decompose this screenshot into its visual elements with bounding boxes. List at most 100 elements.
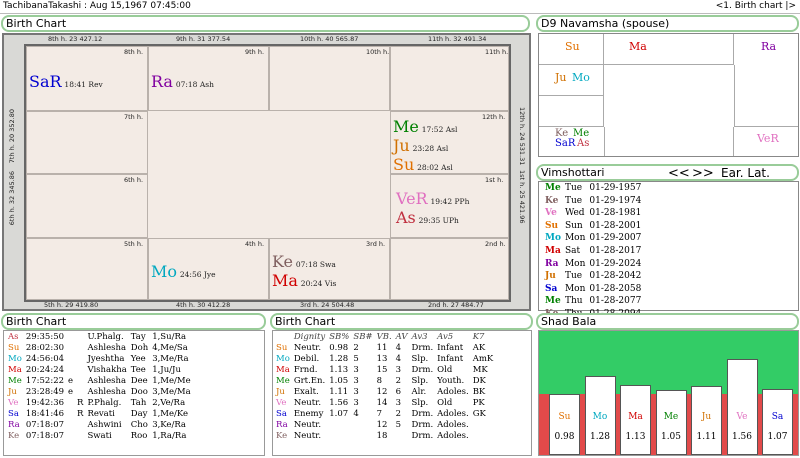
- dignity-cell: Debil.: [293, 354, 320, 364]
- d9-ju: Ju: [555, 71, 567, 84]
- shad-bala-value: 1.11: [696, 432, 717, 442]
- position-row[interactable]: Ke 07:18:07 Swati Roo 1,Ra/Ra: [6, 431, 193, 442]
- dignity-row[interactable]: Ma Frnd. 1.13 3 15 3 Drm. Old MK: [274, 365, 495, 376]
- vimshottari-row[interactable]: Su Sun 01-28-2001: [543, 220, 643, 233]
- dasha-date: 01-29-2024: [589, 258, 642, 269]
- vimshottari-row[interactable]: Mo Mon 01-29-2007: [543, 232, 643, 245]
- position-row[interactable]: Su 28:02:30 Ashlesha Doh 4,Me/Sa: [6, 343, 193, 354]
- dasha-day: Thu: [564, 296, 583, 307]
- shad-bala-bar[interactable]: Ma 1.13: [620, 385, 651, 455]
- shad-bala-bar[interactable]: Sa 1.07: [762, 389, 793, 455]
- shad-bala-bar[interactable]: Me 1.05: [655, 390, 687, 455]
- dignity-cell: 1.13: [329, 365, 349, 375]
- position-lord: 2,Ve/Ra: [152, 398, 186, 408]
- dignity-row[interactable]: Mo Debil. 1.28 5 13 4 Slp. Infant AmK: [274, 354, 495, 365]
- dignity-planet: Ke: [276, 431, 288, 441]
- position-row[interactable]: Ma 20:24:24 Vishakha Tee 1,Ju/Ju: [6, 365, 193, 376]
- dignity-row[interactable]: Ke Neutr. 18 Drm. Adoles.: [274, 431, 495, 442]
- edge-9th: 9th h. 31 377.54: [176, 35, 231, 43]
- position-row[interactable]: Sa 18:41:46 R Revati Day 1,Me/Ke: [6, 409, 193, 420]
- navamsha-header: D9 Navamsha (spouse): [536, 15, 799, 32]
- dignity-row[interactable]: Me Grt.En. 1.05 3 8 2 Slp. Youth. DK: [274, 376, 495, 387]
- planet-ketu[interactable]: Ke 07:18 Swa: [272, 252, 336, 271]
- edge-3rd: 3rd h. 24 504.48: [300, 301, 355, 309]
- dignity-row[interactable]: Su Neutr. 0.98 2 11 4 Drm. Infant AK: [274, 343, 495, 354]
- ear-lat-button[interactable]: Ear. Lat.: [721, 166, 770, 180]
- shad-bala-bar[interactable]: Mo 1.28: [584, 376, 616, 455]
- dignity-cell: Frnd.: [293, 365, 318, 375]
- planet-moon[interactable]: Mo 24:56 Jye: [151, 262, 216, 281]
- edge-5th: 5th h. 29 419.80: [44, 301, 99, 309]
- dignity-cell: 3: [353, 376, 359, 386]
- dignity-planet: Sa: [276, 409, 287, 419]
- planet-rahu[interactable]: Ra 07:18 Ash: [151, 72, 214, 91]
- vimshottari-row[interactable]: Me Thu 01-28-2077: [543, 295, 643, 308]
- vimshottari-row[interactable]: Me Tue 01-29-1957: [543, 182, 643, 195]
- dasha-day: Wed: [564, 208, 585, 219]
- dignity-cell: Drm.: [411, 343, 434, 353]
- house-3-label: 3rd h.: [366, 240, 386, 248]
- house-12-label: 12th h.: [482, 113, 506, 121]
- planet-venus[interactable]: VeR 19:42 PPh: [396, 189, 469, 208]
- position-pl: Mo: [8, 354, 22, 364]
- dignity-row[interactable]: Sa Enemy 1.07 4 7 2 Drm. Adoles. GK: [274, 409, 495, 420]
- planet-mars[interactable]: Ma 20:24 Vis: [272, 271, 336, 290]
- vimshottari-prev-button[interactable]: <<: [668, 166, 690, 181]
- dignity-cell: 3: [395, 398, 402, 408]
- dignity-row[interactable]: Ju Exalt. 1.11 3 12 6 Alr. Adoles. BK: [274, 387, 495, 398]
- dignity-planet: Mo: [276, 354, 290, 364]
- shad-bala-planet: Me: [663, 412, 679, 422]
- shad-bala-bar[interactable]: Ju 1.11: [691, 386, 722, 455]
- shad-bala-bar[interactable]: Su 0.98: [549, 394, 580, 455]
- planet-sun[interactable]: Su 28:02 Asl: [393, 155, 453, 174]
- position-row[interactable]: Ve 19:42:36 R P.Phalg. Tah 2,Ve/Ra: [6, 398, 193, 409]
- birth-chart-header: Birth Chart: [1, 15, 530, 32]
- position-row[interactable]: Ju 23:28:49 e Ashlesha Doo 3,Me/Ma: [6, 387, 193, 398]
- dasha-date: 01-28-2042: [589, 271, 642, 282]
- vimshottari-row[interactable]: Ra Mon 01-29-2024: [543, 258, 643, 271]
- dignity-cell: AK: [472, 343, 486, 353]
- planet-ascendant[interactable]: As 29:35 UPh: [396, 208, 459, 227]
- planet-mercury[interactable]: Me 17:52 Asl: [393, 117, 457, 136]
- position-row[interactable]: Me 17:52:22 e Ashlesha Dee 1,Me/Me: [6, 376, 193, 387]
- dignity-cell: Drm.: [411, 431, 434, 441]
- shad-bala-bar[interactable]: Ve 1.56: [726, 359, 758, 455]
- dignity-cell: Infant: [437, 343, 464, 353]
- vimshottari-row[interactable]: Sa Mon 01-28-2058: [543, 283, 643, 296]
- position-row[interactable]: Mo 24:56:04 Jyeshtha Yee 3,Me/Ra: [6, 354, 193, 365]
- vimshottari-row[interactable]: Ve Wed 01-28-1981: [543, 207, 643, 220]
- dignity-panel: Dignity SB% SB# VB. AV Av3 Av5 K7 Su Neutr. 0.98 2…: [272, 330, 532, 456]
- vimshottari-row[interactable]: Ma Sat 01-28-2017: [543, 245, 643, 258]
- position-row[interactable]: Ra 07:18:07 Ashwini Cho 3,Ke/Ra: [6, 420, 193, 431]
- edge-8th: 8th h. 23 427.12: [48, 35, 103, 43]
- vimshottari-row[interactable]: Ju Tue 01-28-2042: [543, 270, 643, 283]
- position-pl: As: [8, 332, 19, 342]
- shad-bala-value: 1.13: [625, 432, 646, 442]
- dasha-planet: Ke: [545, 195, 559, 206]
- d9-mo: Mo: [572, 71, 590, 84]
- planet-saturn[interactable]: SaR 18:41 Rev: [29, 72, 103, 91]
- dignity-cell: 2: [353, 343, 359, 353]
- dignity-title: Birth Chart: [275, 315, 336, 328]
- dignity-cell: Adoles.: [437, 387, 469, 397]
- position-r: [75, 431, 85, 442]
- vimshottari-row[interactable]: Ke Tue 01-29-1974: [543, 195, 643, 208]
- position-r: [75, 365, 85, 376]
- position-pl: Ju: [8, 387, 17, 397]
- dignity-cell: 12: [376, 387, 388, 397]
- dasha-date: 01-29-1957: [589, 183, 642, 193]
- dignity-header-cell: K7: [472, 332, 485, 342]
- dignity-cell: 13: [376, 354, 388, 364]
- shad-bala-value: 0.98: [554, 432, 575, 442]
- position-row[interactable]: As 29:35:50 U.Phalg. Tay 1,Su/Ra: [6, 332, 193, 343]
- dignity-row[interactable]: Ra Neutr. 12 5 Drm. Adoles.: [274, 420, 495, 431]
- dignity-cell: 11: [376, 343, 388, 353]
- planet-jupiter[interactable]: Ju 23:28 Asl: [393, 136, 448, 155]
- chart-tab[interactable]: <1. Birth chart |>: [716, 0, 796, 13]
- vimshottari-next-button[interactable]: >>: [692, 166, 714, 181]
- position-pl: Ke: [8, 431, 20, 441]
- vimshottari-table: Me Tue 01-29-1957 Ke Tue 01-29-1974 Ve Wed 01-28…: [543, 182, 643, 321]
- dasha-day: Tue: [564, 271, 583, 282]
- dignity-row[interactable]: Ve Neutr. 1.56 3 14 3 Slp. Old PK: [274, 398, 495, 409]
- position-syl: Dee: [130, 376, 148, 386]
